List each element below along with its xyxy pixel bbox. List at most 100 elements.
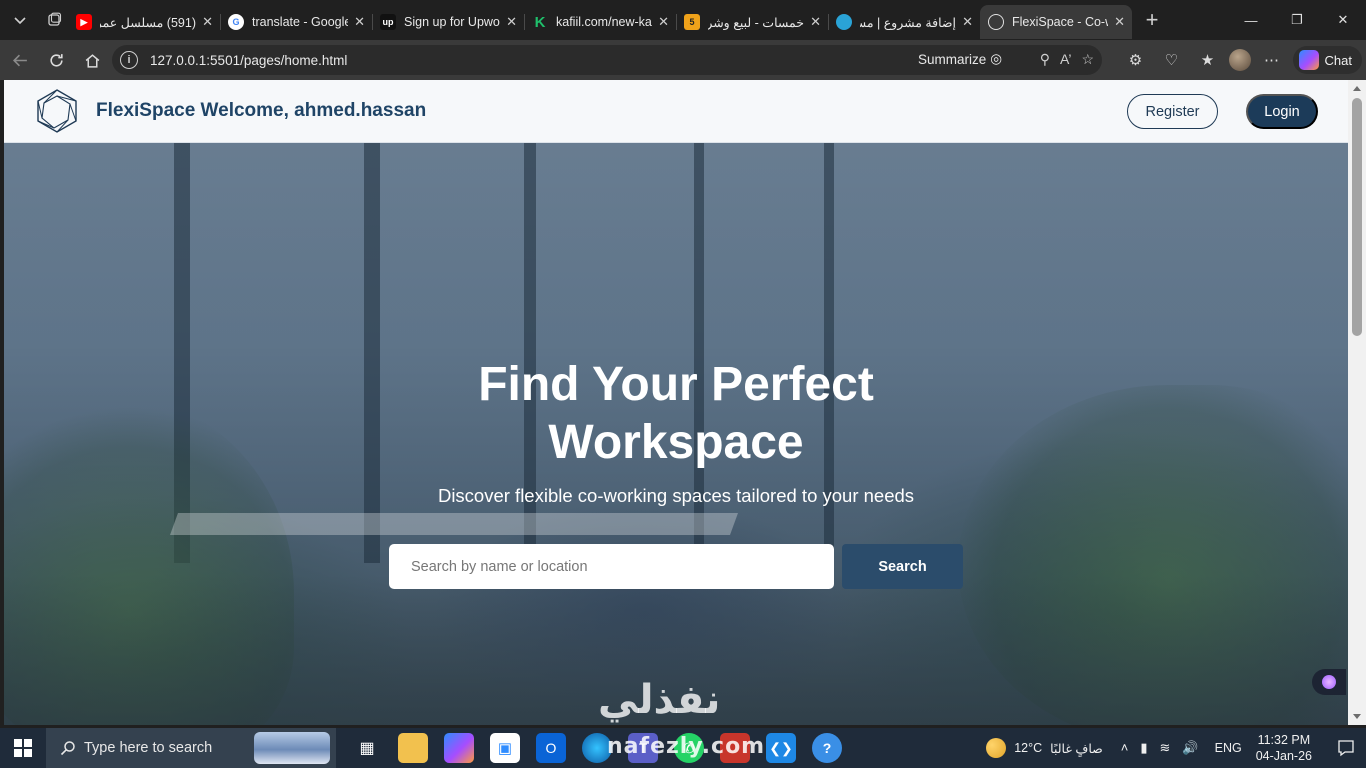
battery-icon[interactable]: ▮ xyxy=(1140,740,1147,756)
home-button[interactable] xyxy=(76,44,108,76)
browser-tab[interactable]: 5 خمسات - لبيع وشرا ✕ xyxy=(676,5,828,39)
scroll-up-icon[interactable] xyxy=(1353,86,1361,91)
weather-widget[interactable]: 12°C صافٍ غالبًا xyxy=(986,738,1103,758)
flexispace-logo-icon[interactable] xyxy=(34,88,80,134)
tab-actions-menu-button[interactable] xyxy=(6,6,34,34)
url-text[interactable]: 127.0.0.1:5501/pages/home.html xyxy=(150,53,347,68)
brand-welcome-text: FlexiSpace Welcome, ahmed.hassan xyxy=(96,100,427,121)
clock-time: 11:32 PM xyxy=(1257,733,1311,747)
taskbar-search-box[interactable]: Type here to search xyxy=(46,728,336,768)
profile-avatar[interactable] xyxy=(1228,49,1251,71)
tray-icons: ˄ ▮ ≋ 🔊 xyxy=(1121,740,1199,756)
weather-temperature: 12°C xyxy=(1014,741,1043,755)
page-viewport: FlexiSpace Welcome, ahmed.hassan Registe… xyxy=(4,80,1348,725)
search-button[interactable]: Search xyxy=(842,544,963,589)
toolbar-right: ⚙ ♡ ★ ⋯ Chat xyxy=(1121,44,1362,76)
globe-icon xyxy=(988,14,1004,30)
address-bar-actions: ⚲ A’ ☆ xyxy=(1040,51,1094,68)
moon-weather-icon xyxy=(986,738,1007,758)
notification-icon xyxy=(1338,740,1354,757)
minimize-button[interactable]: — xyxy=(1228,0,1274,40)
clock[interactable]: 11:32 PM 04-Jan-26 xyxy=(1256,732,1312,764)
vscode-icon[interactable]: ❮❯ xyxy=(766,733,796,763)
summarize-button[interactable]: Summarize ◎ xyxy=(918,51,1002,67)
chat-label: Chat xyxy=(1324,52,1352,68)
favorite-star-icon[interactable]: ☆ xyxy=(1081,51,1094,68)
maximize-button[interactable]: ❐ xyxy=(1274,0,1320,40)
close-icon[interactable]: ✕ xyxy=(1114,14,1125,30)
tab-title: FlexiSpace - Co-wo xyxy=(1012,15,1108,29)
start-button[interactable] xyxy=(0,728,46,768)
scroll-down-icon[interactable] xyxy=(1353,714,1361,719)
refresh-icon xyxy=(49,53,63,67)
more-options-icon[interactable]: ⋯ xyxy=(1257,44,1287,76)
browser-tab[interactable]: K kafiil.com/new-kaf ✕ xyxy=(524,5,676,39)
upwork-icon: up xyxy=(380,14,396,30)
close-icon[interactable]: ✕ xyxy=(202,14,213,30)
tab-title: (591) مسلسل عمر xyxy=(100,15,196,30)
input-language[interactable]: ENG xyxy=(1215,741,1242,755)
extensions-icon[interactable]: ⚙ xyxy=(1121,44,1151,76)
browser-tab[interactable]: up Sign up for Upwor ✕ xyxy=(372,5,524,39)
conference-table-decoration xyxy=(169,513,739,535)
tab-title: خمسات - لبيع وشرا xyxy=(708,15,804,30)
browser-essentials-icon[interactable]: ♡ xyxy=(1157,44,1187,76)
hero-subtitle: Discover flexible co-working spaces tail… xyxy=(437,485,915,506)
volume-icon[interactable]: 🔊 xyxy=(1182,740,1198,756)
copilot-app-icon[interactable] xyxy=(444,733,474,763)
system-tray: 12°C صافٍ غالبًا ˄ ▮ ≋ 🔊 ENG 11:32 PM 04… xyxy=(986,728,1366,768)
windows-logo-icon xyxy=(14,739,32,757)
mostaql-icon xyxy=(836,14,852,30)
read-aloud-icon[interactable]: A’ xyxy=(1060,51,1071,68)
wifi-icon[interactable]: ≋ xyxy=(1160,740,1171,756)
page-scrollbar[interactable] xyxy=(1348,80,1366,725)
browser-tab-active[interactable]: FlexiSpace - Co-wo ✕ xyxy=(980,5,1132,39)
site-header: FlexiSpace Welcome, ahmed.hassan Registe… xyxy=(4,80,1348,143)
taskbar-search-placeholder: Type here to search xyxy=(84,740,213,756)
close-icon[interactable]: ✕ xyxy=(354,14,365,30)
address-bar[interactable]: i 127.0.0.1:5501/pages/home.html Summari… xyxy=(112,45,1102,75)
register-button[interactable]: Register xyxy=(1127,94,1218,129)
kafiil-icon: K xyxy=(534,13,546,31)
browser-tab[interactable]: ▶ (591) مسلسل عمر ✕ xyxy=(68,5,220,39)
youtube-icon: ▶ xyxy=(76,14,92,30)
clock-date: 04-Jan-26 xyxy=(1255,749,1312,763)
favorites-icon[interactable]: ★ xyxy=(1193,44,1223,76)
hero-title: Find Your Perfect Workspace xyxy=(4,356,1348,472)
browser-tab[interactable]: G translate - Google ✕ xyxy=(220,5,372,39)
close-icon[interactable]: ✕ xyxy=(810,14,821,30)
task-view-icon[interactable]: ▦ xyxy=(352,733,382,763)
help-icon[interactable]: ? xyxy=(812,733,842,763)
chevron-up-icon[interactable]: ˄ xyxy=(1121,740,1129,756)
khamsat-icon: 5 xyxy=(684,14,700,30)
search-highlight-image xyxy=(254,732,330,764)
back-button[interactable] xyxy=(4,44,36,76)
hero-section: Find Your Perfect Workspace Discover fle… xyxy=(4,143,1348,725)
browser-tab[interactable]: إضافة مشروع | مست ✕ xyxy=(828,5,980,39)
close-icon[interactable]: ✕ xyxy=(658,14,669,30)
new-tab-button[interactable]: + xyxy=(1138,6,1166,34)
file-explorer-icon[interactable] xyxy=(398,733,428,763)
workspace-search-input[interactable] xyxy=(389,544,834,589)
scrollbar-thumb[interactable] xyxy=(1352,98,1362,336)
copilot-chat-button[interactable]: Chat xyxy=(1292,46,1362,74)
close-icon[interactable]: ✕ xyxy=(962,14,973,30)
close-icon[interactable]: ✕ xyxy=(506,14,517,30)
notifications-button[interactable] xyxy=(1326,728,1366,768)
summarize-icon: ◎ xyxy=(990,51,1002,66)
window-close-button[interactable]: ✕ xyxy=(1320,0,1366,40)
floating-assistant-button[interactable] xyxy=(1312,669,1346,695)
browser-toolbar: i 127.0.0.1:5501/pages/home.html Summari… xyxy=(0,40,1366,80)
home-icon xyxy=(85,53,99,68)
login-button[interactable]: Login xyxy=(1246,94,1318,129)
arrow-left-icon xyxy=(12,54,27,66)
microsoft-store-icon[interactable]: ▣ xyxy=(490,733,520,763)
outlook-icon[interactable]: O xyxy=(536,733,566,763)
zoom-icon[interactable]: ⚲ xyxy=(1040,51,1050,68)
refresh-button[interactable] xyxy=(40,44,72,76)
tab-title: إضافة مشروع | مست xyxy=(860,15,956,30)
site-info-icon[interactable]: i xyxy=(120,51,138,69)
workspaces-button[interactable] xyxy=(40,6,68,34)
taskbar-apps: ▦ ▣ O T ✆ ❮❯ ? xyxy=(352,733,842,763)
search-icon xyxy=(60,741,75,756)
